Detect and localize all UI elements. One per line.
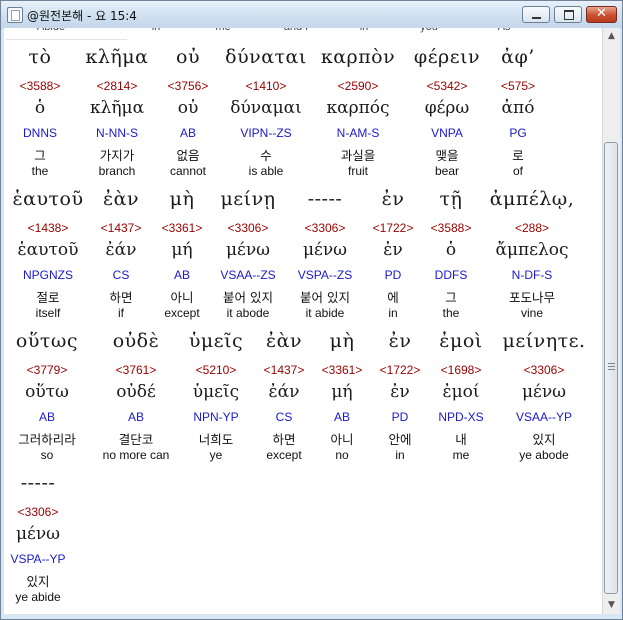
strongs-number: <3588> [430, 221, 472, 235]
grip-line [608, 363, 615, 364]
english-gloss: it abode [226, 306, 270, 320]
greek-word: ἀμπέλῳ, [489, 188, 575, 210]
korean-gloss: 과실을 [340, 148, 376, 163]
strongs-number: <1410> [245, 79, 287, 93]
english-gloss: the [442, 306, 460, 320]
strongs-number: <1698> [440, 363, 482, 377]
greek-word: ἀφ’ [501, 46, 535, 68]
strongs-number: <3756> [167, 79, 209, 93]
parsing-code: NPD-XS [438, 410, 484, 424]
scroll-down-arrow-icon[interactable]: ▼ [603, 597, 620, 614]
lexical-form: ἐμοί [442, 382, 480, 402]
parsing-code: VSPA--YP [10, 552, 66, 566]
korean-gloss: 결단코 [118, 432, 154, 447]
english-gloss: me [452, 448, 470, 462]
korean-gloss: 그 [34, 148, 46, 163]
korean-gloss: 붙어 있지 [223, 290, 273, 305]
parsing-code: AB [179, 126, 196, 140]
strongs-number: <3761> [115, 363, 157, 377]
cutoff-gloss: you [394, 28, 464, 33]
close-button[interactable]: ✕ [586, 6, 617, 23]
english-gloss: ye abide [15, 590, 61, 604]
english-gloss: no more can [102, 448, 170, 462]
scrollbar-thumb[interactable] [604, 142, 618, 594]
grip-line [608, 366, 615, 367]
korean-gloss: 수 [260, 148, 272, 163]
greek-word: οὕτως [15, 330, 79, 352]
korean-gloss: 없음 [176, 148, 200, 163]
english-gloss: fruit [347, 164, 368, 178]
title-bar[interactable]: @원전본해 - 요 15:4 ✕ [1, 1, 622, 29]
english-gloss: ye abode [519, 448, 569, 462]
english-gloss: of [512, 164, 523, 178]
english-gloss: vine [520, 306, 543, 320]
parsing-code: AB [38, 410, 55, 424]
korean-gloss: 내 [455, 432, 467, 447]
strongs-number: <288> [514, 221, 550, 235]
cutoff-gloss: me [188, 28, 258, 33]
close-icon: ✕ [596, 6, 607, 21]
lexical-form: μένω [521, 382, 567, 402]
korean-gloss: 있지 [26, 574, 50, 589]
lexical-form: ἄμπελος [495, 240, 569, 260]
parsing-code: DDFS [434, 268, 468, 282]
window-title: @원전본해 - 요 15:4 [27, 9, 137, 23]
lexical-form: δύναμαι [230, 98, 302, 118]
lexical-form: μένω [15, 524, 61, 544]
strongs-number: <3306> [523, 363, 565, 377]
strongs-number: <3779> [26, 363, 68, 377]
english-gloss: is able [248, 164, 284, 178]
greek-word: μείνητε. [502, 330, 586, 352]
lexical-form: καρπός [326, 98, 390, 118]
greek-word: καρπὸν [320, 46, 396, 68]
parsing-code: PG [509, 126, 527, 140]
korean-gloss: 포도나무 [508, 290, 555, 305]
minimize-button[interactable] [522, 6, 550, 23]
strongs-number: <2590> [337, 79, 379, 93]
scroll-up-arrow-icon[interactable]: ▲ [603, 28, 620, 45]
korean-gloss: 그러하리라 [18, 432, 76, 447]
greek-word: ἐμοὶ [439, 330, 483, 352]
parsing-code: N-AM-S [336, 126, 380, 140]
document-icon [7, 7, 23, 23]
cutoff-gloss: Abide [16, 28, 86, 33]
korean-gloss: 로 [512, 148, 524, 163]
greek-word: δύναται [225, 46, 307, 68]
english-gloss: cannot [169, 164, 207, 178]
cutoff-gloss: As [469, 28, 539, 33]
vertical-scrollbar[interactable]: ▲ ▼ [602, 28, 620, 614]
parsing-code: N-DF-S [511, 268, 553, 282]
interlinear-text-area[interactable]: Abideinmeand IinyouAsτὸ<3588>ὁDNNS그theκλ… [4, 28, 602, 614]
parsing-code: AB [127, 410, 144, 424]
cutoff-gloss: in [329, 28, 399, 33]
lexical-form: ἀπό [501, 98, 535, 118]
parsing-code: DNNS [22, 126, 57, 140]
strongs-number: <3588> [19, 79, 61, 93]
parsing-code: VSAA--YP [515, 410, 572, 424]
parsing-code: VIPN--ZS [240, 126, 292, 140]
greek-word: ----- [20, 472, 56, 494]
cutoff-gloss: and I [261, 28, 331, 33]
strongs-number: <3306> [17, 505, 59, 519]
maximize-icon [564, 10, 574, 20]
english-gloss: the [31, 164, 49, 178]
cutoff-gloss: in [121, 28, 191, 33]
strongs-number: <575> [500, 79, 536, 93]
lexical-form: οὕτω [25, 382, 69, 402]
korean-gloss: 있지 [532, 432, 556, 447]
english-gloss: so [40, 448, 54, 462]
maximize-button[interactable] [554, 6, 582, 23]
strongs-number: <3306> [227, 221, 269, 235]
grip-line [608, 369, 615, 370]
korean-gloss: 그 [445, 290, 457, 305]
minimize-icon [532, 17, 541, 19]
parsing-code: VSAA--ZS [220, 268, 276, 282]
